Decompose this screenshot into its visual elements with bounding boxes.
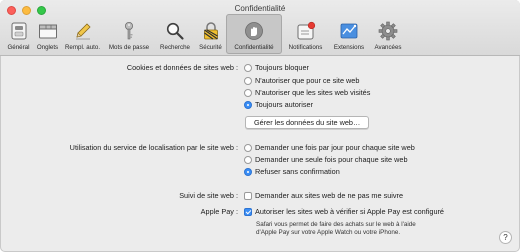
applepay-option[interactable]: Autoriser les sites web à vérifier si Ap… bbox=[244, 207, 444, 216]
puzzle-icon bbox=[340, 23, 358, 39]
key-icon bbox=[125, 22, 133, 40]
do-not-track-label: Demander aux sites web de ne pas me suiv… bbox=[255, 191, 404, 200]
cookies-option-visited-sites[interactable]: N'autoriser que les sites web visités bbox=[244, 88, 370, 97]
tab-advanced-label: Avancées bbox=[374, 44, 402, 51]
manage-website-data-button[interactable]: Gérer les données du site web… bbox=[245, 116, 370, 129]
tab-general-label: Général bbox=[7, 44, 30, 51]
tab-extensions[interactable]: Extensions bbox=[329, 14, 369, 54]
tab-privacy[interactable]: Confidentialité bbox=[226, 14, 282, 54]
gear-icon bbox=[378, 21, 398, 41]
padlock-icon bbox=[203, 22, 218, 40]
cookies-option-label: N'autoriser que les sites web visités bbox=[255, 88, 371, 97]
cookies-option-current-site[interactable]: N'autoriser que pour ce site web bbox=[244, 76, 359, 85]
help-button[interactable]: ? bbox=[499, 231, 512, 244]
applepay-hint-line-2: d'Apple Pay sur votre Apple Watch ou vot… bbox=[256, 229, 401, 236]
tab-extensions-label: Extensions bbox=[333, 44, 365, 51]
location-option-deny[interactable]: Refuser sans confirmation bbox=[244, 167, 340, 176]
preferences-toolbar: Général Onglets Rempl. auto. Mots de pas… bbox=[4, 14, 407, 54]
location-radio-3[interactable] bbox=[244, 167, 252, 176]
cookies-radio-4[interactable] bbox=[244, 100, 252, 109]
tab-security-label: Sécurité bbox=[199, 44, 222, 51]
tab-advanced[interactable]: Avancées bbox=[369, 14, 407, 54]
applepay-label: Apple Pay : bbox=[200, 207, 238, 216]
cookies-option-always-block[interactable]: Toujours bloquer bbox=[244, 63, 309, 72]
cookies-label: Cookies et données de sites web : bbox=[126, 63, 238, 72]
location-option-once[interactable]: Demander une seule fois pour chaque site… bbox=[244, 155, 408, 164]
location-radio-1[interactable] bbox=[244, 143, 252, 152]
tab-passwords-label: Mots de passe bbox=[108, 44, 150, 51]
tab-general[interactable]: Général bbox=[4, 14, 33, 54]
cookies-radio-3[interactable] bbox=[244, 88, 252, 97]
tab-security[interactable]: Sécurité bbox=[195, 14, 226, 54]
tab-privacy-label: Confidentialité bbox=[234, 44, 274, 51]
tab-search[interactable]: Recherche bbox=[155, 14, 195, 54]
preferences-window: Confidentialité Général Onglets Rempl. a… bbox=[0, 0, 520, 252]
tab-notifications[interactable]: Notifications bbox=[282, 14, 329, 54]
tab-tabs[interactable]: Onglets bbox=[33, 14, 62, 54]
tab-autofill-label: Rempl. auto. bbox=[64, 44, 101, 51]
tab-notifications-label: Notifications bbox=[288, 44, 323, 51]
pencil-icon bbox=[75, 23, 91, 40]
location-label: Utilisation du service de localisation p… bbox=[69, 143, 238, 152]
applepay-checkbox[interactable] bbox=[244, 207, 252, 216]
location-option-label: Demander une seule fois pour chaque site… bbox=[255, 155, 408, 164]
tab-autofill[interactable]: Rempl. auto. bbox=[62, 14, 103, 54]
magnifier-icon bbox=[166, 22, 184, 40]
cookies-option-always-allow[interactable]: Toujours autoriser bbox=[244, 100, 313, 109]
location-option-label: Demander une fois par jour pour chaque s… bbox=[255, 143, 415, 152]
notifications-icon bbox=[297, 21, 315, 40]
applepay-hint-line-1: Safari vous permet de faire des achats s… bbox=[256, 221, 416, 228]
cookies-option-label: Toujours autoriser bbox=[255, 100, 313, 109]
cookies-option-label: Toujours bloquer bbox=[255, 63, 309, 72]
title-bar: Confidentialité Général Onglets Rempl. a… bbox=[0, 0, 520, 56]
cookies-option-label: N'autoriser que pour ce site web bbox=[255, 76, 360, 85]
tab-tabs-label: Onglets bbox=[36, 44, 59, 51]
general-switch-icon bbox=[11, 22, 26, 40]
cookies-radio-2[interactable] bbox=[244, 76, 252, 85]
location-option-label: Refuser sans confirmation bbox=[255, 167, 340, 176]
tracking-label: Suivi de site web : bbox=[179, 191, 238, 200]
tab-passwords[interactable]: Mots de passe bbox=[103, 14, 155, 54]
window-title: Confidentialité bbox=[234, 4, 286, 13]
tab-search-label: Recherche bbox=[160, 44, 190, 51]
tabs-icon bbox=[38, 24, 57, 39]
location-option-daily[interactable]: Demander une fois par jour pour chaque s… bbox=[244, 143, 415, 152]
do-not-track-checkbox[interactable] bbox=[244, 191, 252, 200]
do-not-track-option[interactable]: Demander aux sites web de ne pas me suiv… bbox=[244, 191, 403, 200]
applepay-checkbox-label: Autoriser les sites web à vérifier si Ap… bbox=[255, 207, 444, 216]
privacy-pane: Cookies et données de sites web : Toujou… bbox=[0, 57, 520, 252]
hand-icon bbox=[245, 22, 263, 40]
cookies-radio-1[interactable] bbox=[244, 63, 252, 72]
location-radio-2[interactable] bbox=[244, 155, 252, 164]
